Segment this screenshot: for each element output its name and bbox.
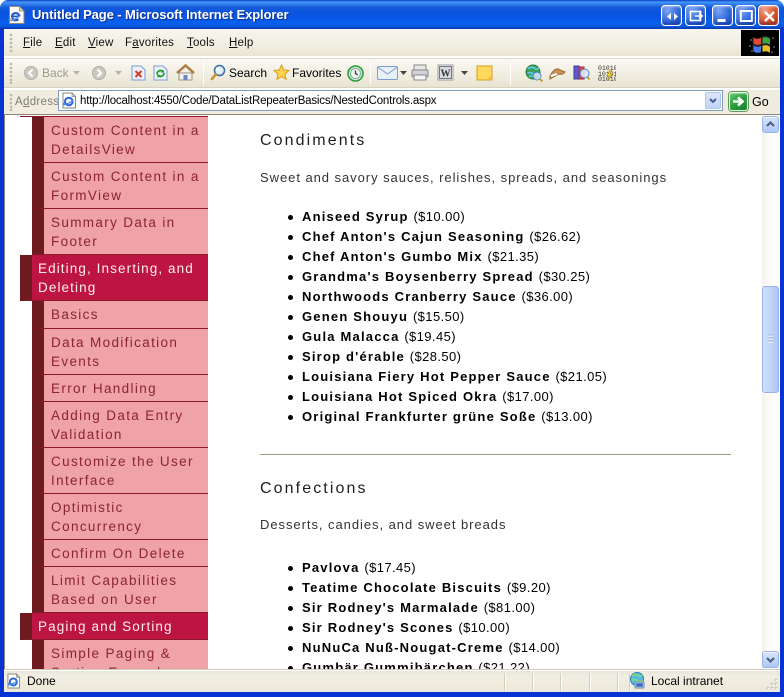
svg-text:01010: 01010 xyxy=(598,76,616,81)
svg-text:W: W xyxy=(441,69,451,80)
